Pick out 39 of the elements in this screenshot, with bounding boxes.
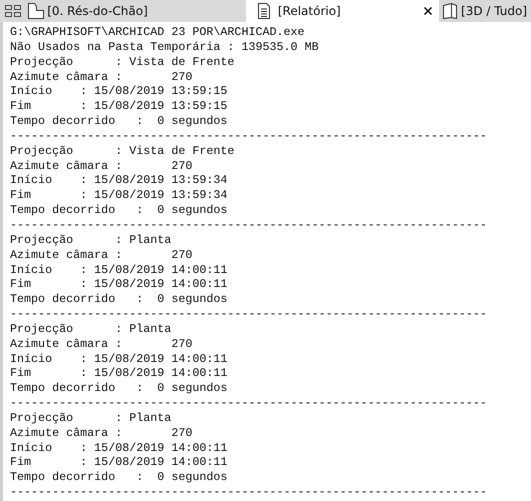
report-line: Azimute câmara : 270 [10,336,194,352]
report-line: Fim : 15/08/2019 14:00:11 [10,366,228,382]
report-line: Fim : 15/08/2019 13:59:15 [10,99,228,114]
report-line: Projecção : Planta [10,410,172,426]
report-line: Início : 15/08/2019 13:59:34 [10,173,228,188]
grid-icon[interactable] [4,3,22,19]
report-line: Azimute câmara : 270 [10,158,194,174]
tab[interactable]: [3D / Tudo] [439,0,531,22]
separator-line: -------------------------------------------------------------------- [10,218,488,233]
separator-line: -------------------------------------------------------------------- [10,307,488,322]
report-line: Fim : 15/08/2019 14:00:11 [10,455,228,470]
floor-plan-icon [27,2,46,20]
report-line: Tempo decorrido : 0 segundos [10,203,228,218]
report-line: Projecção : Vista de Frente [10,54,236,70]
report-line: Início : 15/08/2019 14:00:11 [10,352,228,366]
report-line: G:\GRAPHISOFT\ARCHICAD 23 POR\ARCHICAD.exe [10,25,306,40]
report-line: Tempo decorrido : 0 segundos [10,114,228,129]
report-line: Azimute câmara : 270 [10,426,194,441]
separator-line: -------------------------------------------------------------------- [10,128,488,144]
separator-line: -------------------------------------------------------------------- [10,485,488,500]
report-line: Tempo decorrido : 0 segundos [10,381,228,396]
report-line: Tempo decorrido : 0 segundos [10,292,228,308]
report-line: Projecção : Planta [10,232,172,248]
cube-icon [441,2,460,20]
report-line: Não Usados na Pasta Temporária : 139535.0 MB [10,40,320,55]
report-line: Azimute câmara : 270 [10,248,194,262]
separator-line: -------------------------------------------------------------------- [10,396,488,411]
report-line: Início : 15/08/2019 14:00:11 [10,440,228,456]
document-icon [256,2,272,20]
report-line: Projecção : Planta [10,322,172,337]
report-line: Fim : 15/08/2019 14:00:11 [10,277,228,292]
report-line: Início : 15/08/2019 14:00:11 [10,262,228,278]
report-line: Projecção : Vista de Frente [10,144,236,159]
report-line: Início : 15/08/2019 13:59:15 [10,84,228,100]
report-line: Tempo decorrido : 0 segundos [10,470,228,486]
report-line: Fim : 15/08/2019 13:59:34 [10,188,228,204]
report-line: Azimute câmara : 270 [10,70,194,84]
tab[interactable]: [Relatório] [246,0,440,22]
tab[interactable]: [0. Rés-do-Chão] [25,0,246,22]
